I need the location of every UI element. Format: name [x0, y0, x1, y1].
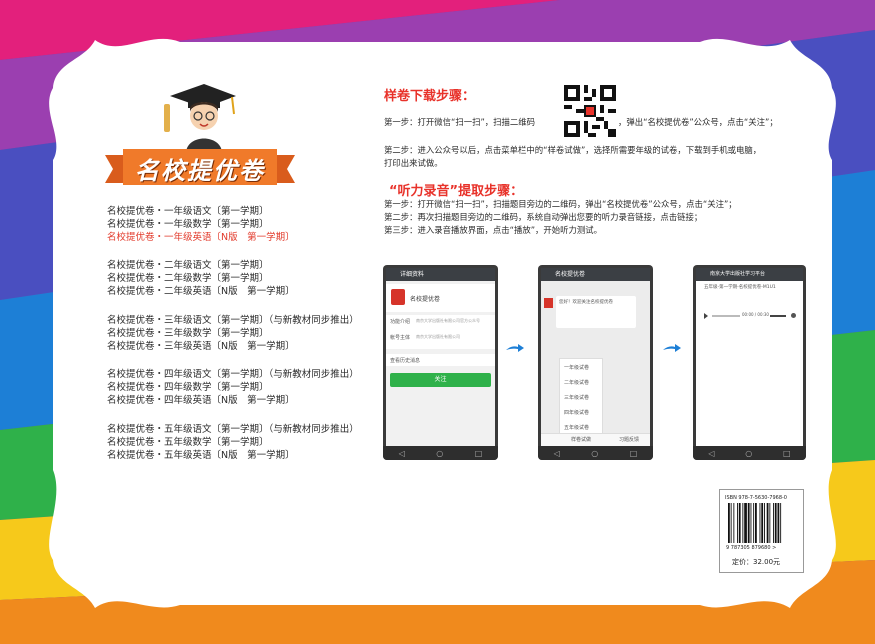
download-heading: 样卷下载步骤：	[384, 89, 476, 104]
phone-screenshot-chat: 名校提优卷 您好！欢迎关注名校提优卷 一年级试卷 二年级试卷 三年级试卷 四年级…	[538, 265, 653, 460]
book-item: 名校提优卷・三年级英语〔N版 第一学期〕	[107, 341, 295, 352]
audio-title: 五年级-第一学期-名校提优卷-M1U1	[704, 285, 776, 290]
phone1-history-link[interactable]: 查看历史消息	[390, 357, 420, 364]
arrow-right-icon	[506, 344, 524, 352]
banner-title: 名校提优卷	[135, 156, 265, 185]
menu-item[interactable]: 四年级试卷	[564, 409, 589, 416]
chat-message: 您好！欢迎关注名校提优卷	[559, 300, 613, 305]
menu-item[interactable]: 二年级试卷	[564, 379, 589, 386]
barcode-digits: 9 787305 879680 >	[726, 545, 777, 551]
book-item: 名校提优卷・一年级语文〔第一学期〕	[107, 206, 269, 217]
book-item: 名校提优卷・二年级英语〔N版 第一学期〕	[107, 286, 295, 297]
download-step-1a: 第一步：打开微信“扫一扫”，扫描二维码	[384, 117, 536, 127]
menu-item[interactable]: 一年级试卷	[564, 364, 589, 371]
phone-screenshot-profile: 详细资料 名校提优卷 功能介绍 南京大学出版社有限公司官方公众号 帐号主体 南京…	[383, 265, 498, 460]
listening-step-3: 第三步：进入录音播放界面，点击“播放”，开始听力测试。	[384, 225, 603, 235]
isbn-text: ISBN 978-7-5630-7968-0	[725, 495, 787, 501]
barcode-box: ISBN 978-7-5630-7968-0 9 787305 879680 >…	[719, 489, 804, 573]
book-item: 名校提优卷・五年级英语〔N版 第一学期〕	[107, 450, 295, 461]
phone1-row-label: 帐号主体	[390, 335, 411, 341]
grade-menu: 一年级试卷 二年级试卷 三年级试卷 四年级试卷 五年级试卷	[559, 358, 603, 436]
audio-progress-track[interactable]	[712, 315, 740, 317]
phone1-row-label: 功能介绍	[390, 319, 411, 325]
price-label: 定价：32.00元	[732, 558, 781, 566]
menu-tab-sample[interactable]: 样卷试做	[571, 436, 591, 443]
phone1-title-bar: 详细资料	[386, 268, 495, 281]
student-mascot-illustration	[164, 84, 236, 152]
play-icon[interactable]	[704, 313, 708, 319]
listening-step-1: 第一步：打开微信“扫一扫”，扫描题目旁边的二维码，弹出“名校提优卷”公众号，点击…	[384, 199, 737, 209]
phone2-title-bar: 名校提优卷	[541, 268, 650, 281]
menu-tab-feedback[interactable]: 习题反馈	[619, 436, 639, 443]
android-nav-bar: ◁ ○ □	[538, 446, 653, 460]
android-nav-bar: ◁ ○ □	[383, 446, 498, 460]
book-item: 名校提优卷・一年级数学〔第一学期〕	[107, 219, 269, 230]
menu-item[interactable]: 五年级试卷	[564, 424, 589, 431]
phone1-row-value: 南京大学出版社有限公司官方公众号	[416, 318, 480, 323]
listening-step-2: 第二步：再次扫描题目旁边的二维码，系统自动弹出您要的听力录音链接，点击链接；	[384, 212, 703, 222]
book-logo-icon	[391, 289, 405, 305]
title-banner: 名校提优卷	[105, 147, 295, 189]
book-item-highlighted: 名校提优卷・一年级英语〔N版 第一学期〕	[107, 232, 295, 243]
phone-screenshot-audio: 南京大学出版社学习平台 五年级-第一学期-名校提优卷-M1U1 00:00 / …	[693, 265, 806, 460]
phone1-account-name: 名校提优卷	[410, 296, 441, 303]
barcode-bars	[728, 503, 782, 543]
book-item: 名校提优卷・五年级语文〔第一学期〕（与新教材同步推出）	[107, 424, 359, 435]
book-item: 名校提优卷・四年级英语〔N版 第一学期〕	[107, 395, 295, 406]
settings-icon[interactable]	[791, 313, 796, 318]
book-item: 名校提优卷・五年级数学〔第一学期〕	[107, 437, 269, 448]
phone1-row-value: 南京大学出版社有限公司	[416, 334, 460, 339]
audio-time: 00:00 / 00:30	[742, 312, 769, 317]
download-step-1b: ，弹出“名校提优卷”公众号，点击“关注”；	[618, 117, 778, 127]
book-item: 名校提优卷・四年级语文〔第一学期〕（与新教材同步推出）	[107, 369, 359, 380]
arrow-right-icon	[663, 344, 681, 352]
book-item: 名校提优卷・四年级数学〔第一学期〕	[107, 382, 269, 393]
qr-code	[564, 85, 616, 137]
book-item: 名校提优卷・二年级数学〔第一学期〕	[107, 273, 269, 284]
phone3-title-bar: 南京大学出版社学习平台	[696, 268, 803, 281]
book-item: 名校提优卷・三年级数学〔第一学期〕	[107, 328, 269, 339]
follow-button[interactable]: 关注	[390, 373, 491, 387]
book-item: 名校提优卷・二年级语文〔第一学期〕	[107, 260, 269, 271]
download-step-2b: 打印出来试做。	[384, 158, 443, 168]
menu-item[interactable]: 三年级试卷	[564, 394, 589, 401]
android-nav-bar: ◁ ○ □	[693, 446, 806, 460]
listening-heading: “听力录音”提取步骤：	[389, 184, 524, 199]
download-step-2a: 第二步：进入公众号以后，点击菜单栏中的“样卷试做”，选择所需要年级的试卷，下载到…	[384, 145, 762, 155]
book-logo-icon	[544, 298, 553, 308]
book-item: 名校提优卷・三年级语文〔第一学期〕（与新教材同步推出）	[107, 315, 359, 326]
volume-slider[interactable]	[770, 315, 786, 317]
